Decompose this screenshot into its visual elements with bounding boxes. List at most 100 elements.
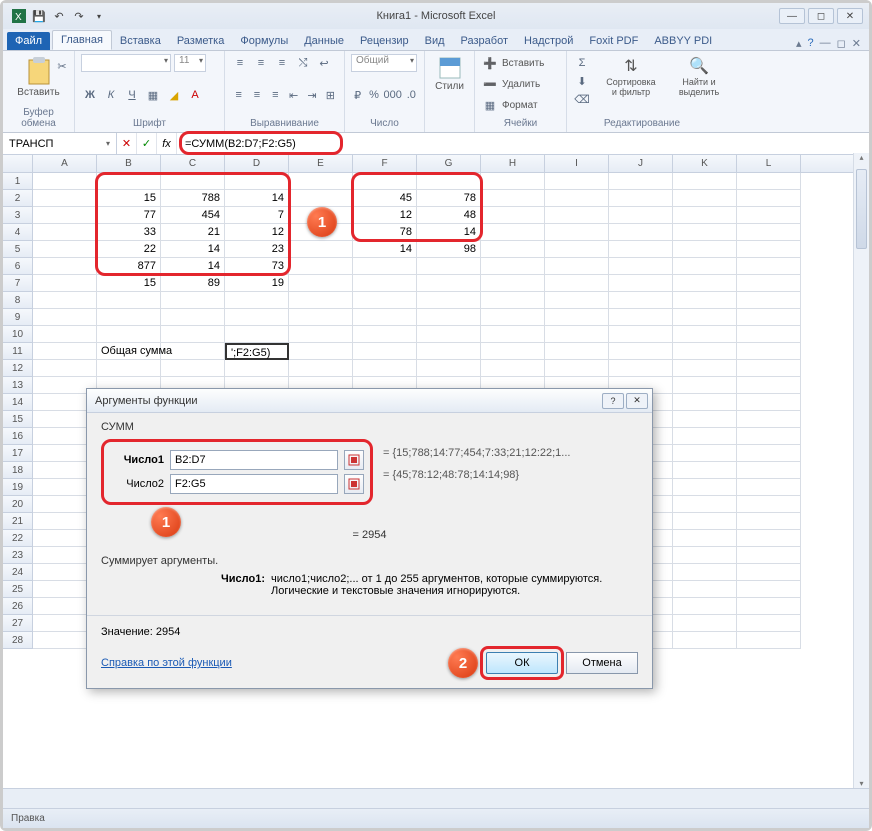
- dialog-close-icon[interactable]: ✕: [626, 393, 648, 409]
- cell[interactable]: [33, 360, 97, 377]
- cell[interactable]: [673, 377, 737, 394]
- cell[interactable]: Общая сумма: [97, 343, 161, 360]
- row-header[interactable]: 13: [3, 377, 33, 394]
- cell[interactable]: [481, 326, 545, 343]
- cell[interactable]: 14: [161, 241, 225, 258]
- find-button[interactable]: 🔍 Найти и выделить: [671, 54, 727, 108]
- format-cells-button[interactable]: ▦Формат: [481, 97, 560, 115]
- cell[interactable]: [737, 360, 801, 377]
- cell[interactable]: [737, 309, 801, 326]
- cell[interactable]: 78: [353, 224, 417, 241]
- cell[interactable]: [545, 275, 609, 292]
- cell[interactable]: [417, 292, 481, 309]
- tab-view[interactable]: Вид: [417, 32, 453, 50]
- cell[interactable]: [289, 190, 353, 207]
- cell[interactable]: [673, 530, 737, 547]
- cut-icon[interactable]: ✂: [53, 57, 71, 75]
- cell[interactable]: [609, 258, 673, 275]
- cell[interactable]: [289, 326, 353, 343]
- cell[interactable]: [481, 309, 545, 326]
- col-header[interactable]: H: [481, 155, 545, 172]
- cell[interactable]: [737, 428, 801, 445]
- tab-foxit[interactable]: Foxit PDF: [581, 32, 646, 50]
- row-header[interactable]: 23: [3, 547, 33, 564]
- cell[interactable]: [481, 275, 545, 292]
- cancel-formula-icon[interactable]: ✕: [117, 133, 137, 154]
- arg2-input[interactable]: [170, 474, 338, 494]
- cell[interactable]: [609, 343, 673, 360]
- align-right-icon[interactable]: ≡: [268, 86, 283, 104]
- col-header[interactable]: I: [545, 155, 609, 172]
- indent-dec-icon[interactable]: ⇤: [286, 86, 301, 104]
- tab-review[interactable]: Рецензир: [352, 32, 417, 50]
- cell[interactable]: [737, 377, 801, 394]
- border-icon[interactable]: ▦: [144, 86, 162, 104]
- cell[interactable]: [737, 530, 801, 547]
- cell[interactable]: 73: [225, 258, 289, 275]
- insert-cells-button[interactable]: ➕Вставить: [481, 54, 560, 72]
- cell[interactable]: [673, 326, 737, 343]
- cell[interactable]: [737, 496, 801, 513]
- cell[interactable]: 454: [161, 207, 225, 224]
- align-left-icon[interactable]: ≡: [231, 86, 246, 104]
- cell[interactable]: [673, 275, 737, 292]
- cell[interactable]: [673, 343, 737, 360]
- cell[interactable]: [417, 258, 481, 275]
- cell[interactable]: [673, 411, 737, 428]
- row-header[interactable]: 6: [3, 258, 33, 275]
- cell[interactable]: [609, 360, 673, 377]
- maximize-button[interactable]: ◻: [808, 8, 834, 24]
- cell[interactable]: [481, 224, 545, 241]
- cell[interactable]: [673, 496, 737, 513]
- cell[interactable]: [417, 173, 481, 190]
- col-header[interactable]: D: [225, 155, 289, 172]
- cell[interactable]: [673, 224, 737, 241]
- cell[interactable]: 98: [417, 241, 481, 258]
- cell[interactable]: [673, 394, 737, 411]
- cell[interactable]: [417, 343, 481, 360]
- cell[interactable]: [673, 360, 737, 377]
- cell[interactable]: [225, 173, 289, 190]
- cell[interactable]: [737, 411, 801, 428]
- align-bot-icon[interactable]: ≡: [273, 54, 291, 72]
- cell[interactable]: 19: [225, 275, 289, 292]
- cell[interactable]: [289, 343, 353, 360]
- cell[interactable]: [33, 241, 97, 258]
- ribbon-minimize-icon[interactable]: ▴: [796, 37, 802, 50]
- qat-save-icon[interactable]: 💾: [31, 8, 47, 24]
- font-size-combo[interactable]: 11: [174, 54, 206, 72]
- cell[interactable]: [609, 224, 673, 241]
- cell[interactable]: [673, 207, 737, 224]
- col-header[interactable]: L: [737, 155, 801, 172]
- cell[interactable]: [289, 292, 353, 309]
- cell[interactable]: [161, 173, 225, 190]
- fill-icon[interactable]: ⬇: [573, 72, 591, 90]
- cell[interactable]: [737, 394, 801, 411]
- cell[interactable]: [481, 360, 545, 377]
- doc-close-icon[interactable]: ✕: [852, 37, 861, 50]
- cell[interactable]: [353, 258, 417, 275]
- cell[interactable]: [737, 292, 801, 309]
- row-header[interactable]: 8: [3, 292, 33, 309]
- cell[interactable]: [161, 309, 225, 326]
- cell[interactable]: [737, 479, 801, 496]
- cell[interactable]: [33, 173, 97, 190]
- cell[interactable]: [545, 224, 609, 241]
- cell[interactable]: [481, 207, 545, 224]
- inc-decimal-icon[interactable]: .0: [405, 86, 418, 104]
- col-header[interactable]: A: [33, 155, 97, 172]
- row-header[interactable]: 4: [3, 224, 33, 241]
- formula-input[interactable]: =СУММ(B2:D7;F2:G5): [177, 133, 869, 154]
- cell[interactable]: [673, 479, 737, 496]
- cell[interactable]: [481, 241, 545, 258]
- cell[interactable]: [737, 224, 801, 241]
- cell[interactable]: [545, 292, 609, 309]
- cell[interactable]: [673, 513, 737, 530]
- cell[interactable]: [737, 564, 801, 581]
- clear-icon[interactable]: ⌫: [573, 90, 591, 108]
- cell[interactable]: [33, 207, 97, 224]
- cell[interactable]: 14: [225, 190, 289, 207]
- cell[interactable]: [737, 581, 801, 598]
- cell[interactable]: [97, 326, 161, 343]
- tab-developer[interactable]: Разработ: [453, 32, 516, 50]
